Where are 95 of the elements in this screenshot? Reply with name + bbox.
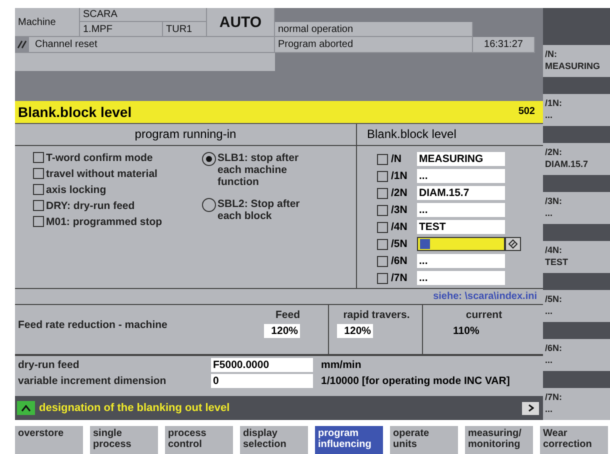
level-label: /4N: [391, 221, 408, 234]
level-checkbox[interactable]: [377, 222, 388, 233]
column-heading: current: [466, 308, 502, 321]
level-label: /N: [391, 153, 402, 166]
side-softkey[interactable]: /3N: ...: [543, 192, 610, 224]
next-button[interactable]: [522, 402, 539, 415]
option-checkbox[interactable]: T-word confirm mode: [33, 152, 188, 164]
softkey-value: TEST: [545, 256, 570, 268]
softkey-label: /7N:: [545, 391, 564, 403]
softkey-value: ...: [545, 403, 554, 415]
level-checkbox[interactable]: [377, 204, 388, 216]
side-softkey[interactable]: /6N: ...: [543, 339, 610, 371]
level-checkbox[interactable]: [377, 170, 388, 182]
level-label: /5N: [391, 238, 408, 250]
softkey[interactable]: Wear correction: [540, 426, 608, 454]
softkey-value: ...: [545, 354, 554, 366]
feed-value: 110%: [452, 324, 480, 338]
section-heading: program running-in: [15, 124, 357, 146]
level-checkbox[interactable]: [377, 154, 388, 165]
level-field[interactable]: TEST: [417, 220, 505, 234]
softkey[interactable]: operate units: [390, 426, 458, 454]
level-label: /7N: [391, 272, 408, 284]
unit-label: 1/10000 [for operating mode INC VAR]: [320, 375, 511, 388]
mode-radio[interactable]: SBL2: Stop after each block: [202, 198, 356, 222]
caret-right-icon: [528, 404, 534, 412]
softkey[interactable]: measuring/ monitoring: [465, 426, 533, 454]
column-heading: Feed: [275, 308, 300, 321]
side-softkey[interactable]: /N: MEASURING: [543, 45, 610, 77]
level-field[interactable]: ...: [417, 254, 505, 268]
feed-value[interactable]: 120%: [337, 324, 373, 338]
setting-field[interactable]: F5000.0000: [211, 358, 313, 372]
level-field[interactable]: ...: [417, 271, 505, 286]
level-checkbox[interactable]: [377, 256, 388, 267]
setting-label: variable increment dimension: [18, 375, 168, 388]
unit-label: mm/min: [320, 359, 362, 372]
clock-time: 16:31:27: [473, 37, 535, 53]
toggle-icon[interactable]: [505, 237, 521, 252]
machine-label: Machine: [15, 8, 80, 37]
program-status: Program aborted: [275, 37, 473, 53]
softkey-value: ...: [545, 207, 554, 219]
channel-status-text: Channel reset: [35, 39, 98, 50]
hint-text: designation of the blanking out level: [39, 402, 231, 414]
level-field[interactable]: MEASURING: [417, 152, 505, 166]
file-name: 1.MPF: [80, 22, 163, 37]
level-label: /1N: [391, 170, 408, 182]
level-checkbox[interactable]: [377, 188, 388, 199]
up-button[interactable]: [17, 401, 35, 416]
caret-up-icon: [21, 404, 31, 412]
side-softkey[interactable]: /4N: TEST: [543, 241, 610, 273]
softkey[interactable]: display selection: [240, 426, 308, 454]
feed-value[interactable]: 120%: [264, 324, 300, 338]
option-checkbox[interactable]: travel without material: [33, 168, 188, 180]
level-label: /6N: [391, 255, 408, 268]
level-field[interactable]: ...: [417, 203, 505, 218]
level-label: /2N: [391, 187, 408, 200]
operating-mode: AUTO: [207, 8, 275, 37]
level-checkbox[interactable]: [377, 272, 388, 284]
program-name: SCARA: [80, 8, 207, 22]
screen-number: 502: [518, 106, 535, 118]
softkey[interactable]: overstore: [15, 426, 83, 454]
side-softkey[interactable]: /7N: ...: [543, 388, 610, 420]
softkey[interactable]: process control: [165, 426, 233, 454]
mode-radio[interactable]: SLB1: stop after each machine function: [202, 152, 356, 188]
screen-title: Blank.block level: [18, 104, 132, 120]
setting-field[interactable]: 0: [211, 374, 313, 388]
softkey-label: /2N:: [545, 146, 564, 158]
softkey-value: MEASURING: [545, 60, 602, 72]
level-field[interactable]: DIAM.15.7: [417, 186, 505, 200]
softkey-label: /1N:: [545, 97, 564, 109]
softkey-label: /4N:: [545, 244, 564, 256]
level-field[interactable]: ...: [417, 169, 505, 184]
side-softkey[interactable]: /1N: ...: [543, 94, 610, 126]
softkey-label: /5N:: [545, 293, 564, 305]
level-label: /3N: [391, 204, 408, 216]
setting-label: dry-run feed: [18, 359, 80, 372]
feed-label: Feed rate reduction - machine: [18, 318, 168, 331]
column-heading: rapid travers.: [343, 308, 410, 321]
operation-status: normal operation: [275, 22, 473, 37]
option-checkbox[interactable]: DRY: dry-run feed: [33, 200, 188, 212]
softkey-value: ...: [545, 305, 554, 317]
softkey[interactable]: single process: [90, 426, 158, 454]
config-link[interactable]: siehe: \scara\index.ini: [433, 290, 537, 302]
softkey[interactable]: program influencing: [315, 426, 383, 454]
softkey-label: /6N:: [545, 342, 564, 354]
softkey-value: ...: [545, 109, 554, 121]
option-checkbox[interactable]: axis locking: [33, 184, 188, 196]
level-field[interactable]: [417, 237, 505, 252]
side-softkey[interactable]: /5N: ...: [543, 290, 610, 322]
side-softkey[interactable]: /2N: DIAM.15.7: [543, 143, 610, 175]
option-checkbox[interactable]: M01: programmed stop: [33, 216, 188, 228]
softkey-label: /N:: [545, 48, 558, 60]
tool-name: TUR1: [163, 22, 207, 37]
softkey-value: DIAM.15.7: [545, 158, 590, 170]
softkey-label: /3N:: [545, 195, 564, 207]
level-checkbox[interactable]: [377, 238, 388, 250]
